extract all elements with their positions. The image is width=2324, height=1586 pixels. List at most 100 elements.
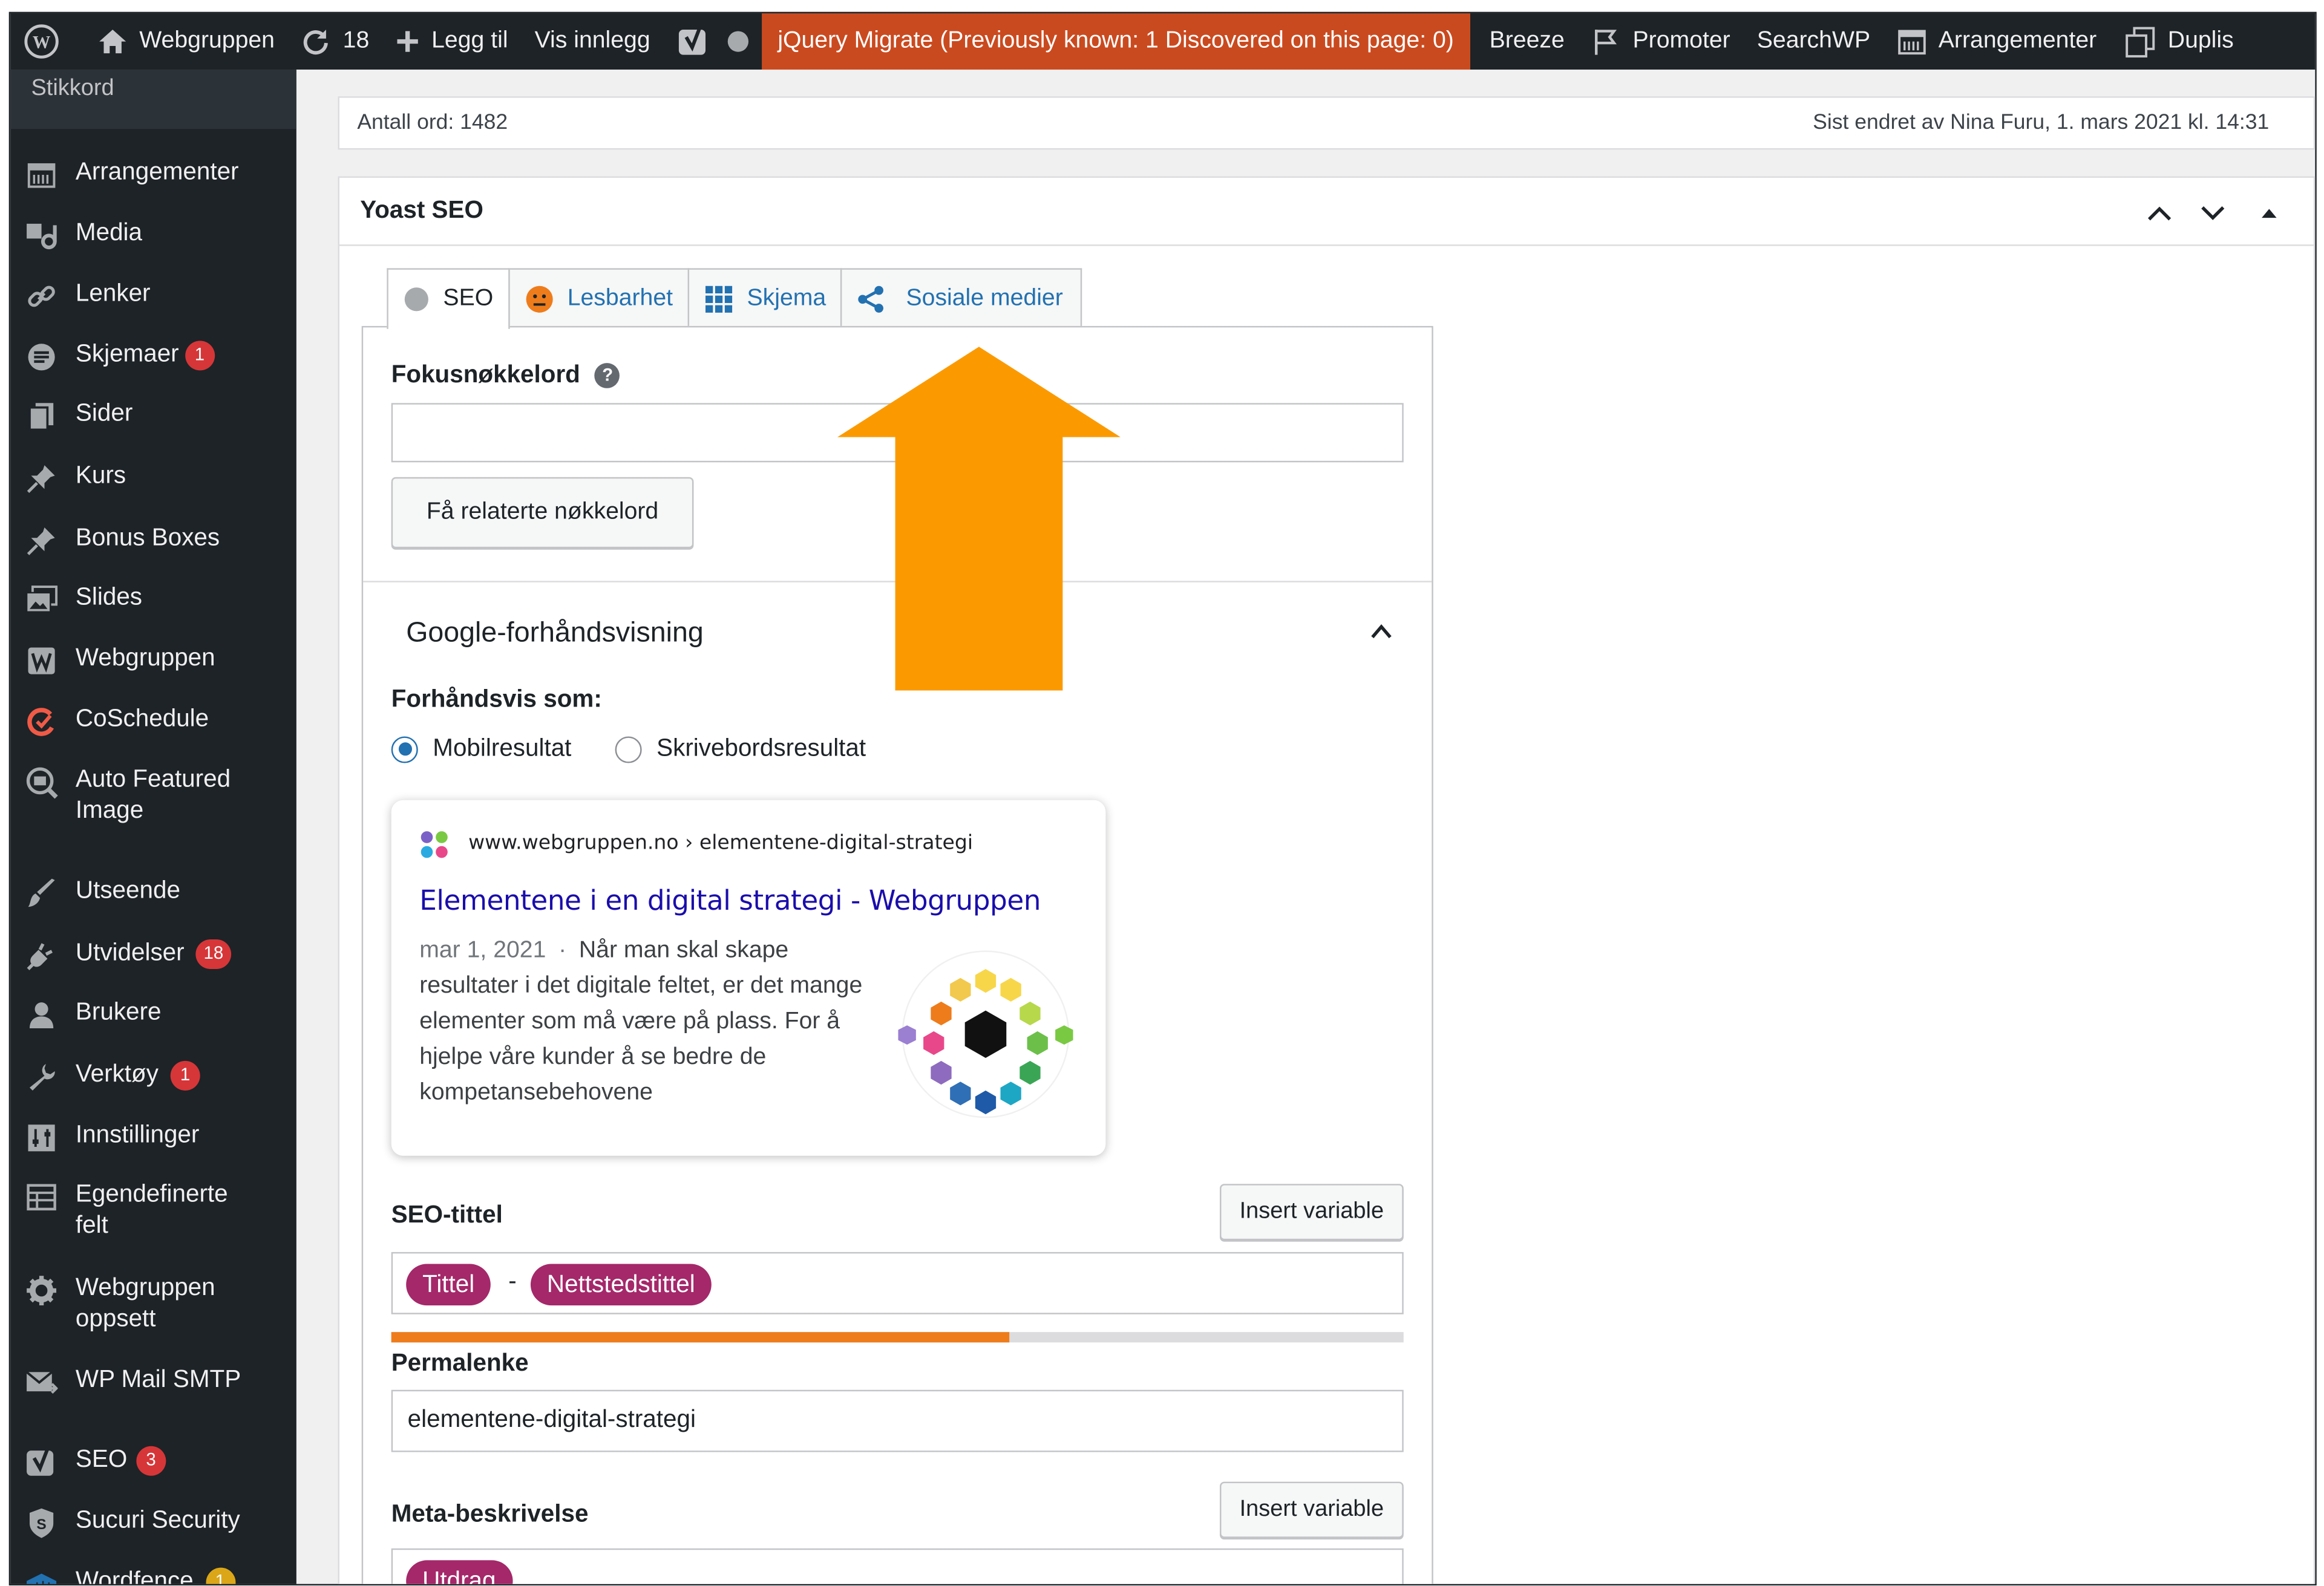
plus-icon [397,31,419,52]
sidebar-item-label: Verktøy [75,1060,159,1088]
settings-icon [25,1121,58,1154]
wrench-icon [25,1061,58,1094]
radio-mobile[interactable]: Mobilresultat [391,735,571,763]
pin-icon [25,524,58,557]
updates-link[interactable]: 18 [288,13,382,70]
chevron-up-icon[interactable] [2142,195,2178,231]
variable-pill-site-title[interactable]: Nettstedstittel [530,1264,712,1306]
sidebar-item-egendefinerte-felt[interactable]: Egendefinerte felt [25,1180,296,1242]
sidebar-item-label: Utseende [75,877,180,904]
forms-icon [25,341,58,373]
promoter-link[interactable]: Promoter [1578,13,1744,70]
plugin-icon [25,939,58,972]
sidebar-item-label: Utvidelser [75,939,185,967]
sidebar-item-label: Sider [75,400,133,427]
toggle-panel-icon[interactable] [2251,195,2287,231]
sidebar-item-label: WP Mail SMTP [75,1366,241,1393]
sidebar-item-label: Bonus Boxes [75,524,220,552]
title-separator: - [508,1268,517,1295]
sidebar-item-wp-mail-smtp[interactable]: WP Mail SMTP [25,1365,296,1398]
sidebar-item-sucuri-security[interactable]: S Sucuri Security [25,1506,296,1539]
snippet-url: www.webgruppen.no › elementene-digital-s… [468,831,974,855]
annotation-arrow-icon [837,347,1121,691]
notification-badge: 3 [136,1445,166,1475]
insert-variable-button[interactable]: Insert variable [1220,1184,1404,1241]
sidebar-item-verktoy[interactable]: Verktøy 1 [25,1059,296,1093]
word-count: Antall ord: 1482 [357,111,508,135]
seo-title-input[interactable]: Tittel - Nettstedstittel [391,1252,1404,1314]
events-link[interactable]: Arrangementer [1884,13,2110,70]
sidebar-item-sider[interactable]: Sider [25,399,296,432]
screenshot-frame: W Webgruppen 18 Legg til Vis innlegg jQu… [8,11,2317,1586]
svg-text:W: W [33,33,50,53]
breeze-link[interactable]: Breeze [1470,13,1578,70]
sidebar-item-utvidelser[interactable]: Utvidelser 18 [25,938,296,972]
radio-desktop-label: Skrivebordsresultat [656,735,866,762]
variable-pill-title[interactable]: Tittel [406,1264,491,1306]
sidebar-item-label: Auto Featured [75,766,231,793]
table-icon [25,1181,58,1213]
collapse-chevron-icon[interactable] [1369,621,1393,647]
sidebar-item-lenker[interactable]: Lenker [25,279,296,313]
meta-description-input[interactable]: Utdrag [391,1548,1404,1584]
yoast-icon [25,1446,58,1479]
sidebar-item-kurs[interactable]: Kurs [25,461,296,495]
site-name-link[interactable]: Webgruppen [85,13,288,70]
view-post-link[interactable]: Vis innlegg [522,13,664,70]
sidebar-item-innstillinger[interactable]: Innstillinger [25,1120,296,1154]
wordpress-logo-icon[interactable]: W [10,13,73,70]
wordfence-icon [25,1568,58,1584]
calendar-icon [25,158,58,191]
sidebar-item-skjemaer[interactable]: Skjemaer 1 [25,339,296,373]
duplicate-label: Duplis [2167,28,2234,54]
sidebar-item-utseende[interactable]: Utseende [25,876,296,910]
sidebar-item-arrangementer[interactable]: Arrangementer [25,157,296,191]
add-new-link[interactable]: Legg til [382,13,521,70]
variable-pill-excerpt[interactable]: Utdrag [406,1560,512,1584]
mail-icon [25,1366,58,1399]
gear-icon [25,1274,58,1307]
metabox-title: Yoast SEO [360,197,483,224]
sidebar-item-label: Innstillinger [75,1121,200,1149]
sidebar-item-webgruppen[interactable]: Webgruppen [25,643,296,677]
sidebar-submenu-tags[interactable]: Stikkord [10,70,296,129]
sidebar-item-slides[interactable]: Slides [25,583,296,616]
sidebar-item-coschedule[interactable]: CoSchedule [25,704,296,738]
permalink-label: Permalenke [391,1349,529,1377]
tab-seo[interactable]: SEO [387,268,510,329]
tab-skjema[interactable]: Skjema [687,268,843,328]
metabox-header: Yoast SEO [339,178,2314,246]
slides-icon [25,584,58,616]
help-icon[interactable]: ? [595,362,621,388]
main-content: Antall ord: 1482 Sist endret av Nina Fur… [296,70,2316,1584]
sidebar-item-auto-featured-image[interactable]: Auto Featured Image [25,765,296,827]
duplicate-link[interactable]: Duplis [2110,13,2247,70]
link-icon [25,280,58,313]
sidebar-item-seo[interactable]: SEO 3 [25,1444,296,1478]
tab-label: Skjema [747,285,826,311]
tab-lesbarhet[interactable]: Lesbarhet [508,268,689,328]
radio-desktop[interactable]: Skrivebordsresultat [615,735,866,763]
word-count-bar: Antall ord: 1482 Sist endret av Nina Fur… [338,96,2316,150]
grid-icon [705,285,733,312]
related-keywords-label: Få relaterte nøkkelord [426,499,659,525]
brush-icon [25,877,58,910]
sidebar-item-webgruppen-oppsett[interactable]: Webgruppen oppsett [25,1273,296,1335]
permalink-input[interactable]: elementene-digital-strategi [391,1389,1404,1452]
sidebar-item-label: Egendefinerte [75,1181,228,1208]
snippet-title[interactable]: Elementene i en digital strategi - Webgr… [419,886,1041,917]
chevron-down-icon[interactable] [2195,195,2231,231]
meta-description-label: Meta-beskrivelse [391,1501,589,1528]
sidebar-item-bonus-boxes[interactable]: Bonus Boxes [25,523,296,557]
sidebar-item-brukere[interactable]: Brukere [25,997,296,1031]
searchwp-link[interactable]: SearchWP [1744,13,1884,70]
view-post-label: Vis innlegg [534,28,650,54]
jquery-migrate-warning[interactable]: jQuery Migrate (Previously known: 1 Disc… [761,13,1470,70]
sidebar-item-media[interactable]: Media [25,218,296,252]
yoast-adminbar-menu[interactable] [664,13,762,70]
sidebar-item-wordfence[interactable]: Wordfence 1 [25,1566,296,1584]
insert-variable-button-meta[interactable]: Insert variable [1220,1481,1404,1538]
related-keywords-button[interactable]: Få relaterte nøkkelord [391,477,694,549]
tab-sosiale-medier[interactable]: Sosiale medier [840,268,1082,328]
add-new-label: Legg til [431,28,508,54]
